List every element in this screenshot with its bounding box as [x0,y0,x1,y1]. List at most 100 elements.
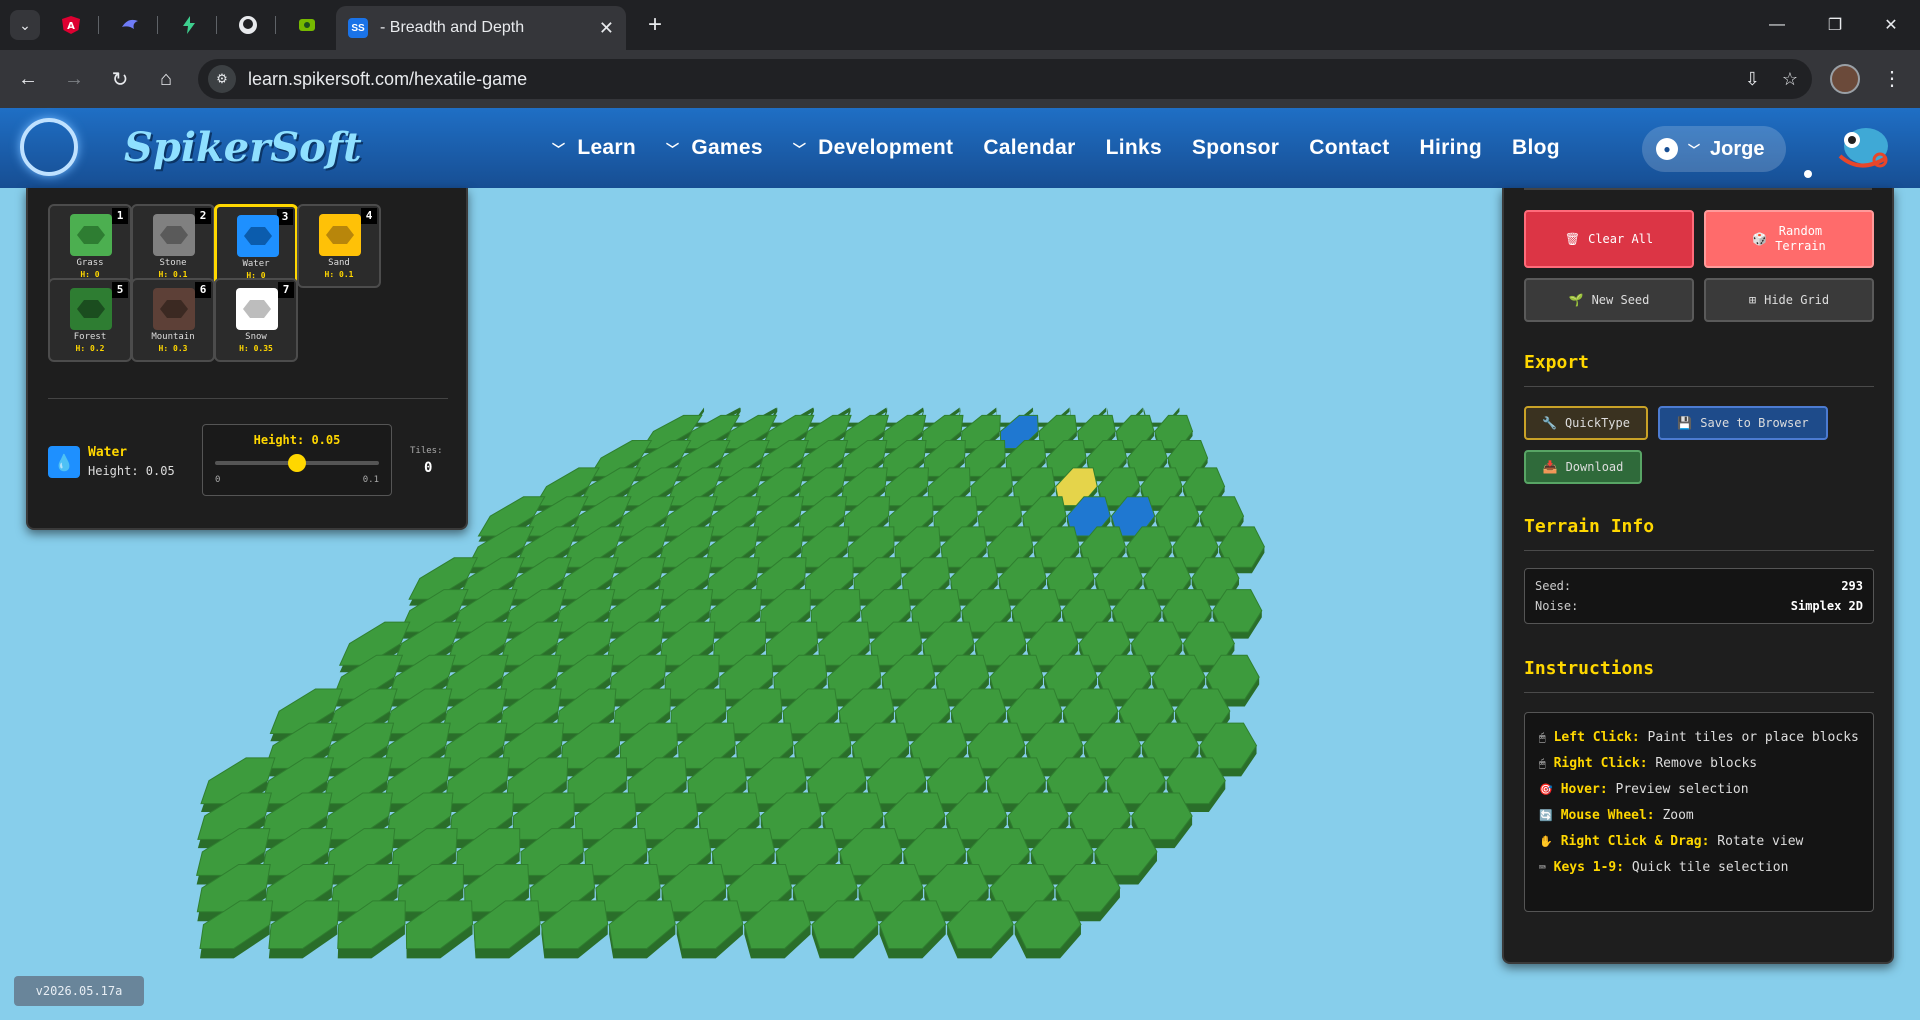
logo-ring-icon[interactable] [20,118,78,176]
tile-button-mountain[interactable]: 6 Mountain H: 0.3 [131,278,215,362]
random-terrain-button[interactable]: 🎲 Random Terrain [1704,210,1874,268]
pinned-tab-angular[interactable]: A [54,8,88,42]
instruction-key: Right Click: [1553,756,1648,771]
height-slider-thumb[interactable] [288,454,306,472]
terrain-info-title: Terrain Info [1524,516,1655,537]
tile-hotkey: 5 [112,282,128,298]
back-arrow-icon[interactable]: ← [10,61,46,97]
bird-icon [122,19,138,29]
export-divider [1524,386,1874,387]
nav-item-hiring[interactable]: Hiring [1420,136,1482,160]
pinned-tab-github[interactable] [231,8,265,42]
home-icon[interactable]: ⌂ [148,61,184,97]
nav-item-learn[interactable]: ﹀ Learn [552,136,636,160]
clear-all-button[interactable]: 🗑 Clear All [1524,210,1694,268]
tile-hotkey: 1 [112,208,128,224]
instruction-icon: 🖱 [1539,757,1546,770]
user-name: Jorge [1710,137,1765,160]
user-menu-button[interactable]: ● ﹀ Jorge [1642,126,1786,172]
seed-value: 293 [1841,579,1863,593]
tile-palette-panel: 💧 Water Height: 0.05 Height: 0.05 0 0.1 … [26,188,468,530]
selected-tile-name: Water [88,445,128,460]
pinned-tab-bird[interactable] [113,8,147,42]
chevron-down-icon: ﹀ [666,141,680,157]
main-nav: ﹀ Learn ﹀ Games ﹀ Development Calendar Links Spo… [552,108,1590,188]
wrench-icon: 🔧 [1542,416,1557,430]
version-badge: v2026.05.17a [14,976,144,1006]
tile-hotkey: 2 [195,208,211,224]
tile-name: Grass [76,258,104,268]
selected-tile-height: Height: 0.05 [88,464,175,478]
instruction-icon: ⌨ [1539,861,1546,874]
tab-search-icon[interactable]: ⌄ [10,10,40,40]
control-panel: 🗑 Clear All 🎲 Random Terrain 🌱 New Seed ⊞ Hi… [1502,188,1894,964]
nav-item-sponsor[interactable]: Sponsor [1192,136,1279,160]
close-window-icon[interactable]: ✕ [1862,0,1920,50]
forest-hex-icon [70,288,112,330]
active-tab[interactable]: SS - Breadth and Depth ✕ [336,6,626,50]
tile-button-sand[interactable]: 4 Sand H: 0.1 [297,204,381,288]
save-to-browser-button[interactable]: 💾 Save to Browser [1658,406,1828,440]
chevron-down-icon: ﹀ [1688,142,1701,157]
new-seed-button[interactable]: 🌱 New Seed [1524,278,1694,322]
instruction-icon: 🔄 [1539,809,1553,822]
hide-grid-button[interactable]: ⊞ Hide Grid [1704,278,1874,322]
site-settings-icon[interactable]: ⚙ [208,65,236,93]
chevron-down-icon: ﹀ [792,141,807,157]
noise-row: Noise: Simplex 2D [1535,599,1863,613]
nav-item-games[interactable]: ﹀ Games [666,136,763,160]
tile-button-forest[interactable]: 5 Forest H: 0.2 [48,278,132,362]
dice-icon: 🎲 [1752,231,1768,246]
bookmark-star-icon[interactable]: ☆ [1782,69,1798,90]
terrain-info-box: Seed: 293 Noise: Simplex 2D [1524,568,1874,624]
reload-icon[interactable]: ↻ [102,61,138,97]
tile-button-water[interactable]: 3 Water H: 0 [214,204,298,288]
github-icon [239,16,257,34]
tab-divider [216,16,217,34]
tile-button-snow[interactable]: 7 Snow H: 0.35 [214,278,298,362]
instructions-title: Instructions [1524,658,1655,679]
url-text[interactable]: learn.spikersoft.com/hexatile-game [248,69,527,90]
seed-row: Seed: 293 [1535,579,1863,593]
nav-item-blog[interactable]: Blog [1512,136,1560,160]
water-hex-icon [237,215,279,257]
profile-avatar-icon[interactable] [1830,64,1860,94]
instruction-key: Mouse Wheel: [1560,808,1655,823]
site-logo[interactable]: SpikerSoft [124,124,362,171]
panel-top-divider [1524,188,1872,190]
restore-icon[interactable]: ❐ [1806,0,1864,50]
instruction-item: 🔄 Mouse Wheel: Zoom [1539,807,1859,825]
forward-arrow-icon[interactable]: → [56,61,92,97]
minimize-icon[interactable]: — [1748,0,1806,50]
address-bar[interactable]: ⚙ learn.spikersoft.com/hexatile-game ⇩ ☆ [198,59,1812,99]
instruction-item: 🖱 Left Click: Paint tiles or place blocks [1539,729,1859,747]
nav-item-contact[interactable]: Contact [1309,136,1389,160]
browser-menu-icon[interactable]: ⋮ [1880,64,1904,94]
tile-button-grass[interactable]: 1 Grass H: 0 [48,204,132,288]
noise-label: Noise: [1535,599,1579,613]
download-icon: 📥 [1542,460,1558,474]
gem-icon [299,19,315,31]
quicktype-button[interactable]: 🔧 QuickType [1524,406,1648,440]
chameleon-mascot-icon[interactable] [1830,116,1894,180]
nav-label: Learn [577,136,636,159]
tile-button-stone[interactable]: 2 Stone H: 0.1 [131,204,215,288]
new-tab-button[interactable]: + [640,10,670,40]
selected-tile-icon: 💧 [48,446,80,478]
instruction-icon: ✋ [1539,835,1553,848]
nav-label: Calendar [983,136,1076,159]
install-app-icon[interactable]: ⇩ [1745,69,1760,90]
nav-item-links[interactable]: Links [1106,136,1162,160]
nav-item-calendar[interactable]: Calendar [983,136,1075,160]
browser-tab-bar: ⌄ A [0,0,1920,50]
quicktype-label: QuickType [1564,416,1630,430]
nav-item-development[interactable]: ﹀ Development [793,136,953,160]
pinned-tab-bolt[interactable] [172,8,206,42]
pinned-tab-gem[interactable] [290,8,324,42]
instruction-text: Zoom [1654,808,1694,823]
download-button[interactable]: 📥 Download [1524,450,1642,484]
bolt-icon [183,16,195,34]
address-actions: ⇩ ☆ [1745,59,1798,99]
instruction-item: 🖱 Right Click: Remove blocks [1539,755,1859,773]
close-tab-icon[interactable]: ✕ [599,18,614,39]
